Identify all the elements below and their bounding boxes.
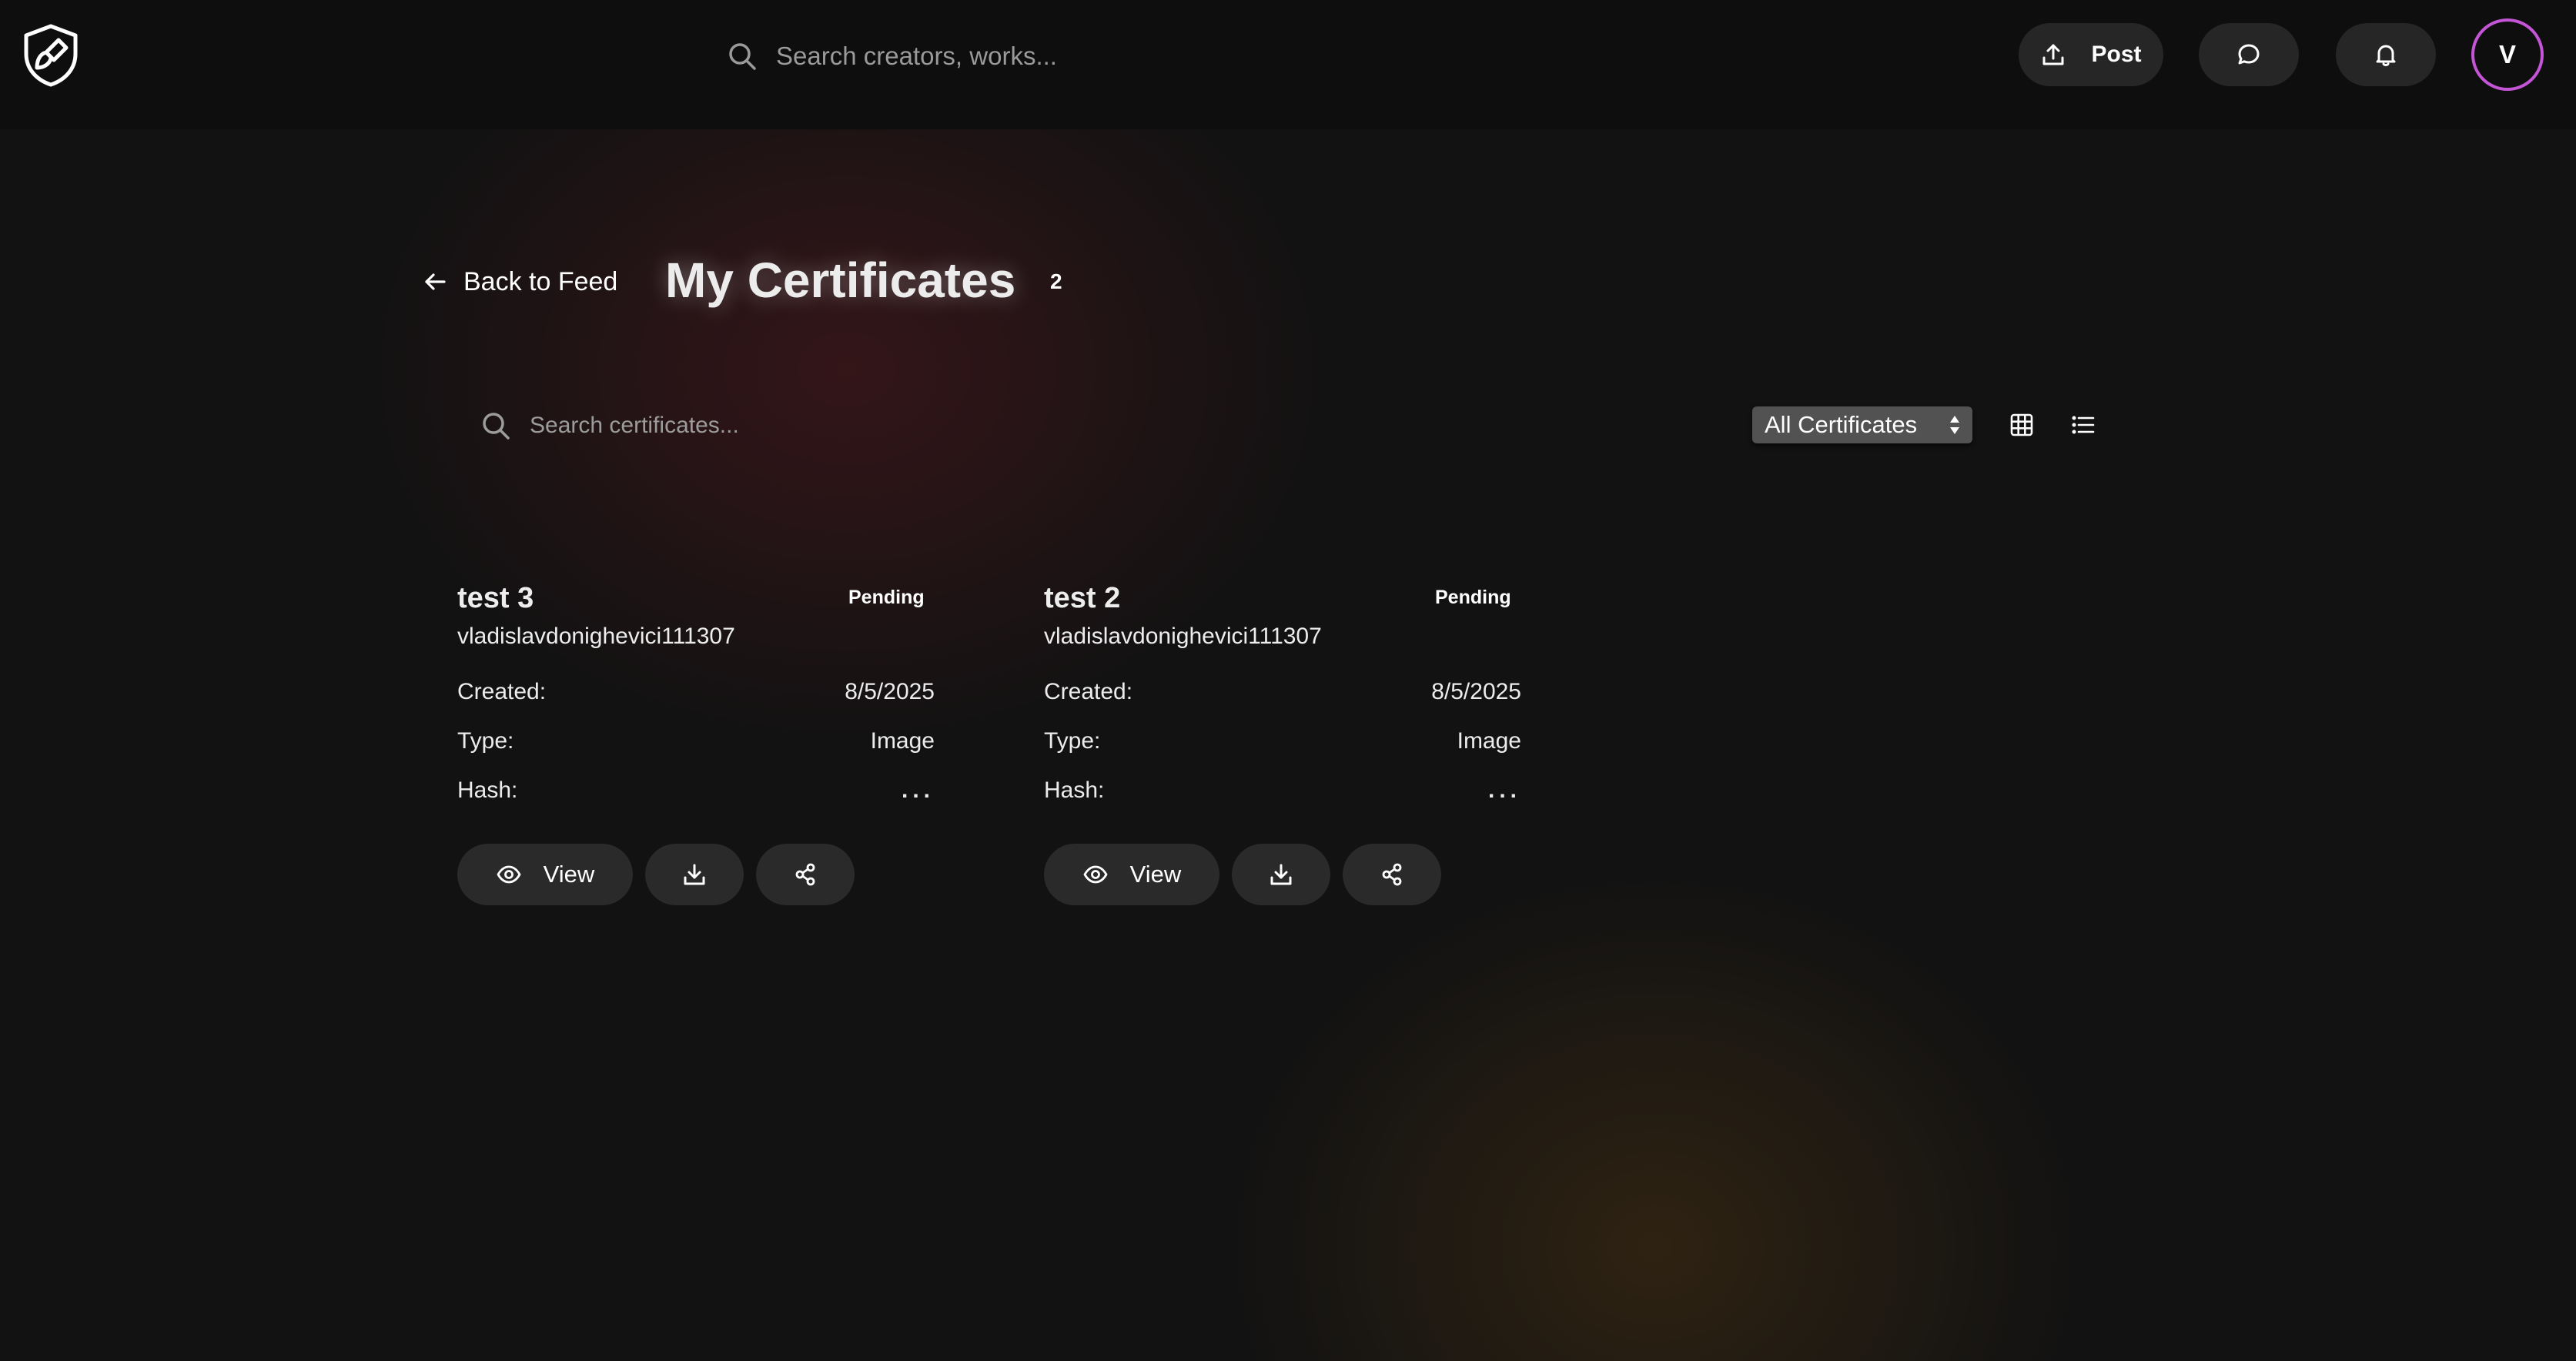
share-button[interactable] [1343, 844, 1441, 905]
avatar-initial: V [2498, 40, 2516, 69]
certificate-owner: vladislavdonighevici111307 [1044, 624, 1322, 649]
share-icon [795, 863, 815, 886]
certificate-search-input[interactable] [530, 413, 1146, 439]
created-row: Created: 8/5/2025 [457, 679, 935, 705]
global-search [727, 34, 1420, 79]
download-button[interactable] [1232, 844, 1330, 905]
status-badge: Pending [1435, 587, 1511, 608]
back-to-feed-link[interactable]: Back to Feed [422, 262, 617, 302]
type-label: Type: [1044, 728, 1101, 754]
chat-bubble-icon [2238, 44, 2260, 65]
view-button[interactable]: View [1044, 844, 1219, 905]
eye-icon [1083, 865, 1108, 884]
created-label: Created: [457, 679, 547, 704]
certificate-card: test 3 Pending vladislavdonighevici11130… [457, 579, 950, 918]
search-icon [483, 413, 510, 440]
created-value: 8/5/2025 [1431, 679, 1521, 704]
share-button[interactable] [756, 844, 855, 905]
hash-row: Hash: ... [457, 777, 935, 804]
view-button-label: View [1129, 861, 1182, 888]
grid-view-icon[interactable] [2008, 411, 2036, 439]
top-bar: Post V [0, 0, 2576, 129]
select-arrows-icon [1950, 416, 1959, 434]
eye-icon [497, 865, 521, 884]
download-button[interactable] [645, 844, 744, 905]
hash-value: ... [1487, 777, 1521, 803]
view-button-label: View [543, 861, 595, 888]
list-view-icon[interactable] [2069, 411, 2097, 439]
filter-select-value: All Certificates [1765, 411, 1918, 438]
download-icon [684, 864, 705, 885]
type-row: Type: Image [457, 728, 935, 754]
certificate-card: test 2 Pending vladislavdonighevici11130… [1044, 579, 1537, 918]
certificate-filter-select[interactable]: All Certificates [1752, 406, 1972, 443]
upload-icon [2042, 44, 2064, 65]
arrow-left-icon [425, 273, 446, 290]
certificate-search [480, 406, 1173, 445]
status-badge: Pending [848, 587, 925, 608]
notifications-button[interactable] [2336, 23, 2436, 86]
created-label: Created: [1044, 679, 1133, 704]
hash-label: Hash: [457, 777, 518, 803]
hash-label: Hash: [1044, 777, 1105, 803]
avatar[interactable]: V [2471, 18, 2544, 91]
post-button-label: Post [2091, 42, 2142, 67]
type-label: Type: [457, 728, 514, 754]
created-value: 8/5/2025 [845, 679, 935, 704]
shield-brush-icon[interactable] [22, 23, 80, 88]
search-icon [729, 43, 756, 70]
view-button[interactable]: View [457, 844, 633, 905]
back-to-feed-label: Back to Feed [463, 266, 618, 296]
hash-value: ... [901, 777, 935, 803]
certificate-count: 2 [1050, 269, 1062, 293]
download-icon [1270, 864, 1292, 885]
certificate-title: test 2 [1044, 582, 1121, 614]
page-title: My Certificates [665, 252, 1016, 308]
type-value: Image [1457, 728, 1521, 754]
type-row: Type: Image [1044, 728, 1521, 754]
bell-icon [2376, 45, 2396, 66]
share-icon [1382, 863, 1402, 886]
global-search-input[interactable] [776, 42, 1392, 71]
hash-row: Hash: ... [1044, 777, 1521, 804]
page: Post V Back to Feed My Certificates 2 [0, 0, 2576, 1361]
certificate-title: test 3 [457, 582, 534, 614]
created-row: Created: 8/5/2025 [1044, 679, 1521, 705]
messages-button[interactable] [2199, 23, 2299, 86]
card-actions: View [457, 844, 867, 905]
type-value: Image [870, 728, 935, 754]
certificate-owner: vladislavdonighevici111307 [457, 624, 735, 649]
card-actions: View [1044, 844, 1454, 905]
post-button[interactable]: Post [2019, 23, 2163, 86]
